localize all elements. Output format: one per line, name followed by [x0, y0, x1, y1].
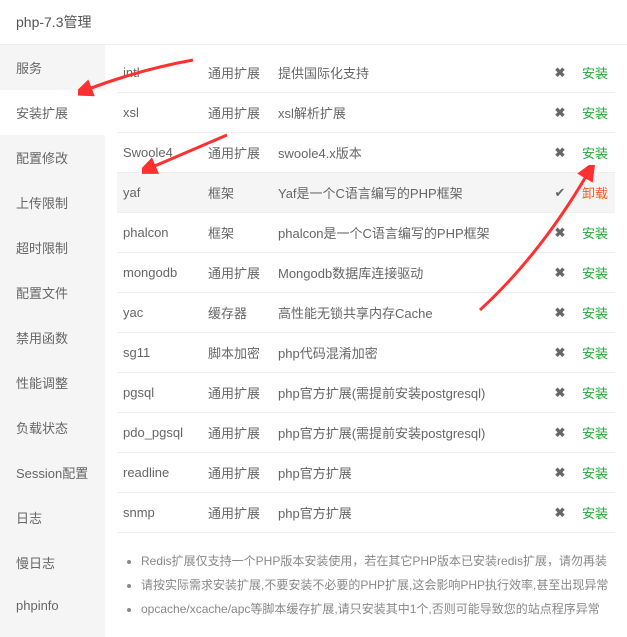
ext-type: 通用扩展: [202, 53, 272, 93]
x-icon: ✖: [545, 333, 575, 373]
ext-desc: php代码混淆加密: [272, 333, 545, 373]
table-row: snmp通用扩展php官方扩展✖ 安装: [117, 493, 615, 533]
ext-name: yac: [117, 293, 202, 333]
sidebar-item-6[interactable]: 禁用函数: [0, 315, 105, 360]
table-row: xsl通用扩展xsl解析扩展✖ 安装: [117, 93, 615, 133]
table-row: Swoole4通用扩展swoole4.x版本✖ 安装: [117, 133, 615, 173]
table-row: mongodb通用扩展Mongodb数据库连接驱动✖ 安装: [117, 253, 615, 293]
sidebar: 服务安装扩展配置修改上传限制超时限制配置文件禁用函数性能调整负载状态Sessio…: [0, 45, 105, 637]
table-row: pgsql通用扩展php官方扩展(需提前安装postgresql)✖ 安装: [117, 373, 615, 413]
table-row: yaf框架Yaf是一个C语言编写的PHP框架✔ 卸载: [117, 173, 615, 213]
sidebar-item-10[interactable]: 日志: [0, 495, 105, 540]
ext-name: xsl: [117, 93, 202, 133]
ext-type: 通用扩展: [202, 493, 272, 533]
extensions-table: intl通用扩展提供国际化支持✖安装xsl通用扩展xsl解析扩展✖安装Swool…: [117, 53, 615, 533]
install-button[interactable]: 安装: [582, 386, 608, 401]
install-button[interactable]: 安装: [582, 226, 608, 241]
main-content: intl通用扩展提供国际化支持✖安装xsl通用扩展xsl解析扩展✖安装Swool…: [105, 45, 627, 637]
ext-desc: phalcon是一个C语言编写的PHP框架: [272, 213, 545, 253]
ext-name: sg11: [117, 333, 202, 373]
ext-name: readline: [117, 453, 202, 493]
table-row: readline通用扩展php官方扩展✖ 安装: [117, 453, 615, 493]
x-icon: ✖: [545, 253, 575, 293]
install-button[interactable]: 安装: [582, 466, 608, 481]
ext-desc: php官方扩展(需提前安装postgresql): [272, 413, 545, 453]
page-title: php-7.3管理: [0, 0, 627, 45]
install-button[interactable]: 安装: [582, 346, 608, 361]
install-button[interactable]: 安装: [582, 306, 608, 321]
table-row: sg11脚本加密php代码混淆加密✖ 安装: [117, 333, 615, 373]
ext-type: 通用扩展: [202, 453, 272, 493]
table-row: pdo_pgsql通用扩展php官方扩展(需提前安装postgresql)✖ 安装: [117, 413, 615, 453]
ext-type: 通用扩展: [202, 373, 272, 413]
ext-name: phalcon: [117, 213, 202, 253]
x-icon: ✖: [545, 93, 575, 133]
sidebar-item-7[interactable]: 性能调整: [0, 360, 105, 405]
ext-desc: 高性能无锁共享内存Cache: [272, 293, 545, 333]
x-icon: ✖: [545, 213, 575, 253]
sidebar-item-3[interactable]: 上传限制: [0, 180, 105, 225]
ext-desc: Yaf是一个C语言编写的PHP框架: [272, 173, 545, 213]
install-button[interactable]: 安装: [582, 66, 608, 81]
note-item: Redis扩展仅支持一个PHP版本安装使用，若在其它PHP版本已安装redis扩…: [141, 549, 615, 573]
install-button[interactable]: 安装: [582, 106, 608, 121]
table-row: intl通用扩展提供国际化支持✖ 安装: [117, 53, 615, 93]
ext-name: yaf: [117, 173, 202, 213]
sidebar-item-1[interactable]: 安装扩展: [0, 90, 105, 135]
sidebar-item-11[interactable]: 慢日志: [0, 540, 105, 585]
install-button[interactable]: 安装: [582, 266, 608, 281]
ext-name: pdo_pgsql: [117, 413, 202, 453]
ext-type: 通用扩展: [202, 93, 272, 133]
x-icon: ✖: [545, 453, 575, 493]
ext-desc: php官方扩展: [272, 493, 545, 533]
sidebar-item-0[interactable]: 服务: [0, 45, 105, 90]
ext-type: 框架: [202, 213, 272, 253]
x-icon: ✖: [545, 413, 575, 453]
ext-name: mongodb: [117, 253, 202, 293]
table-row: phalcon框架phalcon是一个C语言编写的PHP框架✖ 安装: [117, 213, 615, 253]
sidebar-item-8[interactable]: 负载状态: [0, 405, 105, 450]
sidebar-item-12[interactable]: phpinfo: [0, 585, 105, 626]
ext-name: Swoole4: [117, 133, 202, 173]
table-row: yac缓存器高性能无锁共享内存Cache✖ 安装: [117, 293, 615, 333]
ext-type: 通用扩展: [202, 133, 272, 173]
x-icon: ✖: [545, 493, 575, 533]
ext-type: 脚本加密: [202, 333, 272, 373]
note-item: 请按实际需求安装扩展,不要安装不必要的PHP扩展,这会影响PHP执行效率,甚至出…: [141, 573, 615, 597]
ext-type: 框架: [202, 173, 272, 213]
ext-name: pgsql: [117, 373, 202, 413]
notes-section: Redis扩展仅支持一个PHP版本安装使用，若在其它PHP版本已安装redis扩…: [117, 549, 615, 621]
sidebar-item-5[interactable]: 配置文件: [0, 270, 105, 315]
uninstall-button[interactable]: 卸载: [582, 186, 608, 201]
ext-type: 通用扩展: [202, 253, 272, 293]
x-icon: ✖: [545, 293, 575, 333]
x-icon: ✖: [545, 133, 575, 173]
ext-desc: Mongodb数据库连接驱动: [272, 253, 545, 293]
ext-desc: php官方扩展(需提前安装postgresql): [272, 373, 545, 413]
ext-type: 通用扩展: [202, 413, 272, 453]
ext-type: 缓存器: [202, 293, 272, 333]
ext-desc: 提供国际化支持: [272, 53, 545, 93]
x-icon: ✖: [545, 53, 575, 93]
install-button[interactable]: 安装: [582, 146, 608, 161]
ext-name: intl: [117, 53, 202, 93]
ext-desc: xsl解析扩展: [272, 93, 545, 133]
ext-name: snmp: [117, 493, 202, 533]
sidebar-item-4[interactable]: 超时限制: [0, 225, 105, 270]
ext-desc: php官方扩展: [272, 453, 545, 493]
x-icon: ✖: [545, 373, 575, 413]
check-icon: ✔: [545, 173, 575, 213]
ext-desc: swoole4.x版本: [272, 133, 545, 173]
sidebar-item-9[interactable]: Session配置: [0, 450, 105, 495]
note-item: opcache/xcache/apc等脚本缓存扩展,请只安装其中1个,否则可能导…: [141, 597, 615, 621]
install-button[interactable]: 安装: [582, 506, 608, 521]
install-button[interactable]: 安装: [582, 426, 608, 441]
sidebar-item-2[interactable]: 配置修改: [0, 135, 105, 180]
